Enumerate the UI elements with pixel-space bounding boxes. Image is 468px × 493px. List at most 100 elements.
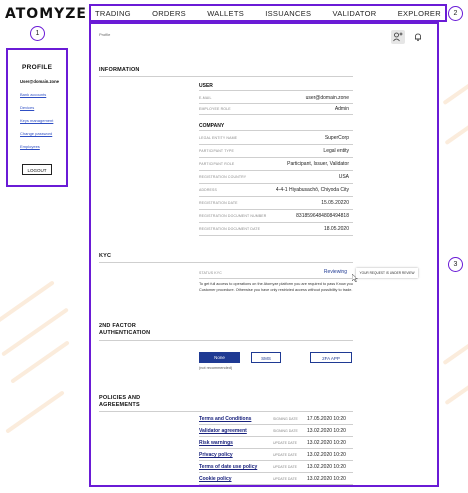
nav-wallets[interactable]: WALLETS [207,9,244,18]
user-field-value: user@domain.zone [305,95,349,101]
policy-link[interactable]: Cookie policy [199,476,232,482]
callout-2: 2 [448,6,463,21]
background-stripe [444,118,468,146]
policy-date-value: 17.05.2020 10:20 [307,416,346,422]
company-field-label: REGISTRATION DOCUMENT DATE [199,227,261,231]
user-field-value: Admin [334,106,349,112]
policy-date-label: UPDATE DATE [273,465,297,469]
logout-button[interactable]: LOGOUT [22,164,52,175]
sidebar-link-bank-accounts[interactable]: Bank accounts [20,92,46,97]
sidebar-link-devices[interactable]: Devices [20,105,34,110]
policies-heading: POLICIES AND AGREEMENTS [99,395,140,408]
divider [199,144,353,145]
policy-date-label: SIGNING DATE [273,429,298,433]
divider [199,103,353,104]
divider [199,460,353,461]
divider [199,484,353,485]
background-stripe [444,378,468,406]
kyc-tooltip: YOUR REQUEST IS UNDER REVIEW [356,268,418,278]
divider [99,411,353,412]
policy-link[interactable]: Validator agreement [199,428,247,434]
policy-date-value: 13.02.2020 10:20 [307,428,346,434]
company-field-value: Legal entity [323,148,349,154]
divider [99,340,353,341]
nav-explorer[interactable]: EXPLORER [398,9,441,18]
nav-trading[interactable]: TRADING [95,9,131,18]
company-field-value: USA [338,174,349,180]
policy-date-value: 13.02.2020 10:20 [307,452,346,458]
policies-heading-line1: POLICIES AND [99,395,141,401]
atomyze-logo[interactable]: ATOMYZE [5,6,87,22]
profile-main-panel: Profile INFORMATION USER E-MAIL user@doma… [89,22,439,487]
divider [199,209,353,210]
company-field-value: SuperCorp [324,135,349,141]
background-stripe [10,340,70,384]
information-heading: INFORMATION [99,67,140,73]
company-field-label: PARTICIPANT TYPE [199,149,234,153]
bell-icon[interactable] [413,32,423,42]
policy-date-value: 13.02.2020 10:20 [307,464,346,470]
sidebar-link-employees[interactable]: Employees [20,144,40,149]
divider [199,278,353,279]
divider [199,448,353,449]
kyc-status-value: Reviewing [323,269,347,275]
background-stripe [442,78,468,106]
company-field-value: 8318596484808494818 [296,213,349,219]
divider [199,90,353,91]
divider [199,157,353,158]
2fa-app-button[interactable]: 2FA APP [310,352,352,363]
policy-date-label: UPDATE DATE [273,453,297,457]
nav-issuances[interactable]: ISSUANCES [265,9,311,18]
kyc-status-label: STATUS KYC [199,271,222,275]
sidebar-email: User@domain.zone [20,79,59,84]
policy-date-label: SIGNING DATE [273,417,298,421]
2fa-sms-button[interactable]: SMS [251,352,281,363]
sidebar-link-keys-management[interactable]: Keys management [20,118,53,123]
divider [99,262,353,263]
callout-3: 3 [448,257,463,272]
policy-link[interactable]: Terms of date use policy [199,464,257,470]
policy-link[interactable]: Risk warnings [199,440,233,446]
profile-sidebar: PROFILE User@domain.zone Bank accounts D… [6,48,68,187]
background-stripe [5,390,65,434]
divider [199,170,353,171]
two-factor-heading-line2: AUTHENTICATION [99,329,151,336]
user-field-label: EMPLOYEE ROLE [199,107,231,111]
kyc-description: To get full access to operations on the … [199,282,353,292]
company-field-value: Participant, Issuer, Validator [287,161,349,167]
company-field-label: ADDRESS [199,188,217,192]
policy-link[interactable]: Terms and Conditions [199,416,251,422]
divider [199,222,353,223]
nav-orders[interactable]: ORDERS [152,9,186,18]
divider [199,196,353,197]
2fa-note: (not recommended) [199,366,233,370]
kyc-heading: KYC [99,253,112,259]
divider [199,424,353,425]
company-field-value: 15.05.20220 [321,200,349,206]
policies-heading-line2: AGREEMENTS [99,401,140,408]
divider [199,114,353,115]
callout-1: 1 [30,26,45,41]
company-field-label: REGISTRATION DOCUMENT NUMBER [199,214,267,218]
policy-date-value: 13.02.2020 10:20 [307,476,346,482]
top-navigation: TRADING ORDERS WALLETS ISSUANCES VALIDAT… [89,4,447,22]
breadcrumb[interactable]: Profile [99,32,110,37]
divider [199,436,353,437]
background-stripe [442,338,468,366]
company-field-label: PARTICIPANT ROLE [199,162,235,166]
nav-validator[interactable]: VALIDATOR [333,9,377,18]
divider [199,130,353,131]
divider [199,472,353,473]
background-stripe [0,280,55,324]
policy-link[interactable]: Privacy policy [199,452,233,458]
sidebar-title: PROFILE [22,64,53,71]
2fa-none-button[interactable]: None [199,352,240,363]
user-key-icon [393,32,403,42]
company-field-label: REGISTRATION COUNTRY [199,175,247,179]
divider [199,183,353,184]
policy-date-label: UPDATE DATE [273,441,297,445]
user-settings-button[interactable] [391,30,405,44]
two-factor-heading: 2ND FACTOR AUTHENTICATION [99,323,150,336]
policy-date-label: UPDATE DATE [273,477,297,481]
sidebar-link-change-password[interactable]: Change password [20,131,52,136]
